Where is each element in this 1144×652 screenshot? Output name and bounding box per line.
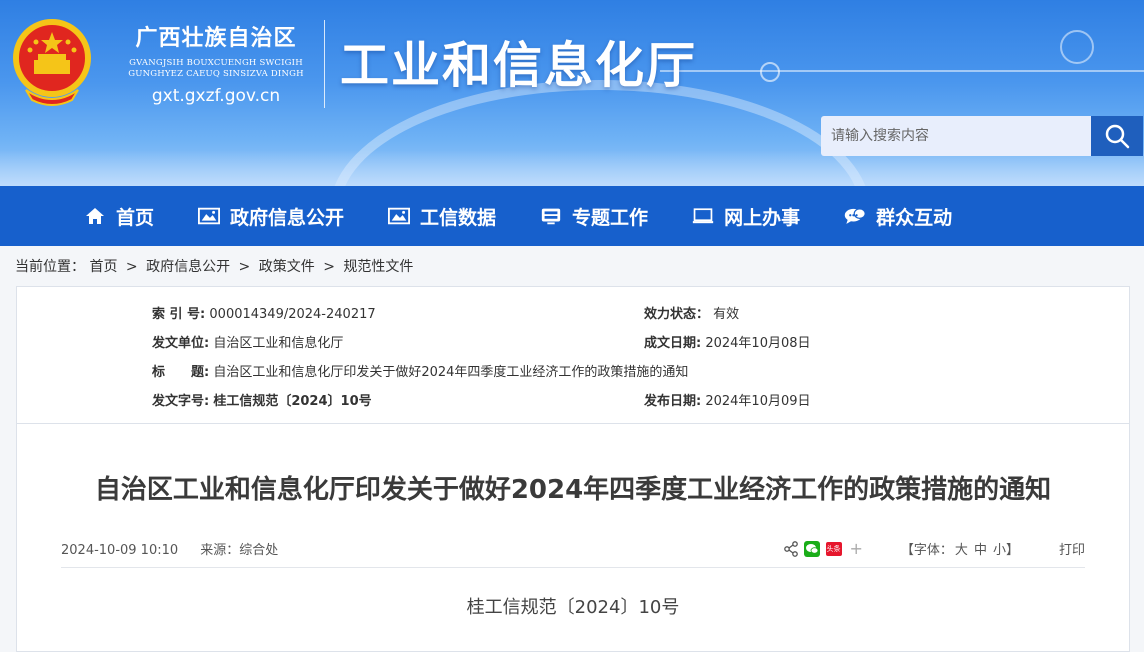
meta-created-value: 2024年10月08日 [705,336,811,351]
meta-title-row: 标 题: 自治区工业和信息化厅印发关于做好2024年四季度工业经济工作的政策措施… [152,361,688,380]
laptop-icon [692,205,714,227]
weibo-share-icon[interactable]: 头条 [825,541,842,556]
region-title-block: 广西壮族自治区 GVANGJSIH BOUXCUENGH SWCIGIH GUN… [118,14,314,106]
site-url[interactable]: gxt.gxzf.gov.cn [118,86,314,106]
meta-index-key: 索 引 号: [152,307,206,322]
breadcrumb-separator: > [125,259,138,275]
article-datetime: 2024-10-09 10:10 [61,543,179,558]
document-number: 桂工信规范〔2024〕10号 [466,597,680,618]
share-icon[interactable] [783,540,798,557]
meta-title-key: 标 题: [152,365,210,380]
document-meta-table: 索 引 号: 000014349/2024-240217 效力状态： 有效 发文… [17,287,1129,424]
circuit-line-decoration [660,70,1144,72]
monitor-icon [540,205,562,227]
font-size-small-button[interactable]: 小 [993,539,1006,558]
meta-published-key: 发布日期: [644,394,702,409]
breadcrumb-separator: > [323,259,335,275]
region-name: 广西壮族自治区 [135,26,297,51]
region-zhuang-line1: GVANGJSIH BOUXCUENGH SWCIGIH [129,58,303,68]
breadcrumb-prefix: 当前位置： [15,259,85,275]
meta-issuer-value: 自治区工业和信息化厅 [213,336,344,351]
article-title: 自治区工业和信息化厅印发关于做好2024年四季度工业经济工作的政策措施的通知 [94,475,1052,505]
search-input[interactable] [821,116,1091,156]
breadcrumb-link-home[interactable]: 首页 [89,259,117,275]
nav-item-home[interactable]: 首页 [84,203,154,230]
font-size-close: 】 [1005,543,1019,558]
search-button[interactable] [1091,116,1143,156]
meta-created-row: 成文日期: 2024年10月08日 [644,332,811,351]
nav-item-topics[interactable]: 专题工作 [540,203,648,230]
nav-item-interaction[interactable]: 群众互动 [844,203,952,230]
document-panel: 索 引 号: 000014349/2024-240217 效力状态： 有效 发文… [16,286,1130,652]
article-source: 来源：综合处 [200,543,279,558]
region-zhuang-line2: GUNGHYEZ CAEUQ SINSIZVA DINGH [128,69,304,79]
meta-created-key: 成文日期: [644,336,702,351]
department-title: 工业和信息化厅 [340,37,698,94]
font-size-large-button[interactable]: 大 [955,539,968,558]
weibo-badge-text: 头条 [826,544,841,553]
meta-docno-row: 发文字号: 桂工信规范〔2024〕10号 [152,390,372,409]
breadcrumb: 当前位置： 首页 > 政府信息公开 > 政策文件 > 规范性文件 [0,246,1144,286]
search-box [821,116,1143,156]
header-banner: 广西壮族自治区 GVANGJSIH BOUXCUENGH SWCIGIH GUN… [0,0,1144,186]
circuit-node-decoration [760,62,780,82]
font-size-medium-button[interactable]: 中 [974,539,987,558]
meta-status-key: 效力状态： [644,307,710,322]
breadcrumb-link-gov-info[interactable]: 政府信息公开 [146,259,230,275]
nav-label: 网上办事 [724,206,801,229]
meta-docno-value: 桂工信规范〔2024〕10号 [213,394,372,409]
wechat-share-icon[interactable] [803,540,820,557]
meta-index-value: 000014349/2024-240217 [209,307,376,322]
nav-label: 工信数据 [420,206,497,229]
font-size-label: 【字体： [900,543,953,558]
search-icon [1105,124,1130,149]
article-info-bar: 2024-10-09 10:10 来源：综合处 头条 + 【字体： 大 中 小 … [61,537,1085,568]
meta-docno-key: 发文字号: [152,394,210,409]
more-share-button[interactable]: + [850,539,863,558]
nav-label: 首页 [116,206,155,229]
nav-item-data[interactable]: 工信数据 [388,203,496,230]
meta-status-row: 效力状态： 有效 [644,303,739,322]
nav-label: 群众互动 [876,206,953,229]
meta-published-row: 发布日期: 2024年10月09日 [644,390,811,409]
meta-status-value: 有效 [713,307,740,322]
chat-icon [844,205,866,227]
image-icon [388,205,411,227]
nav-item-online-service[interactable]: 网上办事 [692,203,800,230]
meta-published-value: 2024年10月09日 [705,394,811,409]
nav-label: 政府信息公开 [230,206,345,229]
meta-issuer-key: 发文单位: [152,336,210,351]
national-emblem-icon [13,19,91,106]
print-button[interactable]: 打印 [1059,539,1085,558]
image-icon [198,205,221,227]
main-nav: 首页 政府信息公开 工信数据 专题工作 网上办事 群众互动 [0,186,1144,246]
breadcrumb-link-policy[interactable]: 政策文件 [259,259,315,275]
circuit-node-decoration [1060,30,1094,64]
nav-item-gov-info[interactable]: 政府信息公开 [198,203,344,230]
meta-issuer-row: 发文单位: 自治区工业和信息化厅 [152,332,343,351]
breadcrumb-separator: > [238,259,251,275]
breadcrumb-link-normative[interactable]: 规范性文件 [343,259,413,275]
nav-label: 专题工作 [572,206,649,229]
meta-index-row: 索 引 号: 000014349/2024-240217 [152,303,376,322]
meta-title-value: 自治区工业和信息化厅印发关于做好2024年四季度工业经济工作的政策措施的通知 [213,365,689,380]
home-icon [84,205,106,227]
header-divider [324,20,325,108]
